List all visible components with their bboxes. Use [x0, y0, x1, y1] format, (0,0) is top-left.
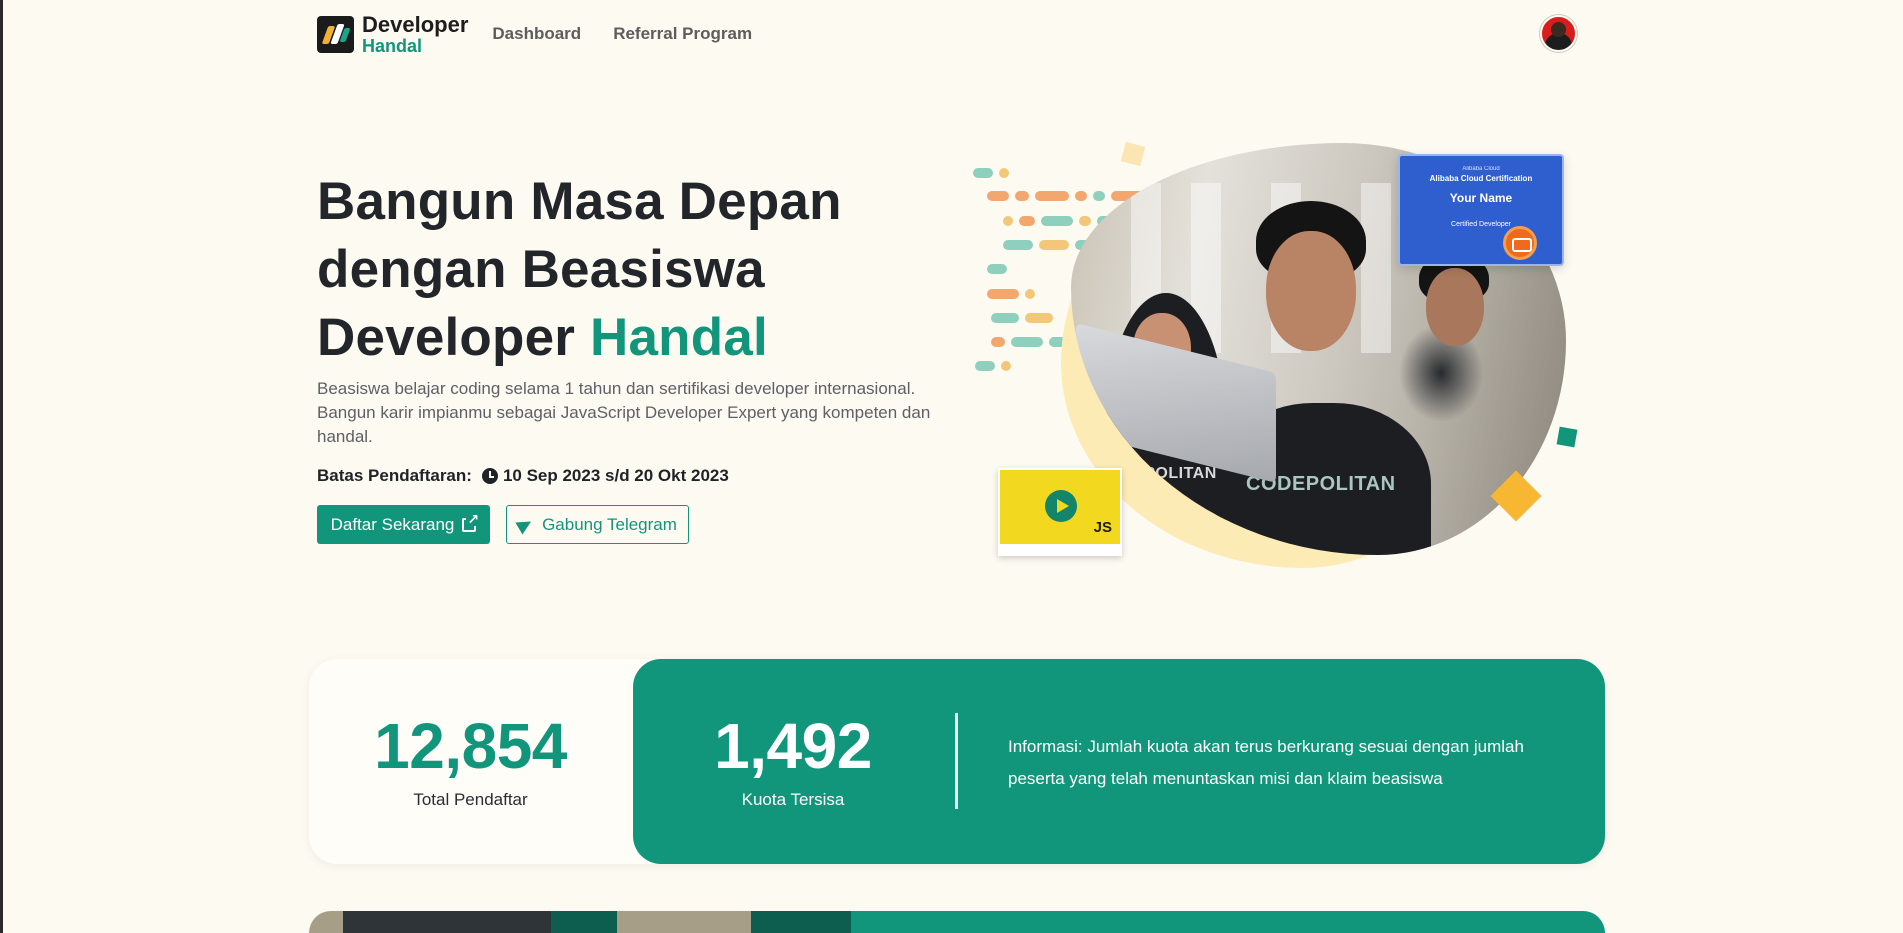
next-section-preview — [309, 911, 1605, 933]
play-icon — [1045, 490, 1077, 522]
hero-title: Bangun Masa Depan dengan Beasiswa Develo… — [317, 168, 937, 372]
quota-info-text: Informasi: Jumlah kuota akan terus berku… — [1008, 737, 1524, 788]
hero-illustration: CODEPOLITAN CODEPOLITAN Alibaba Cloud Al… — [973, 128, 1593, 568]
js-badge: JS — [1093, 519, 1112, 536]
deco-square — [1120, 141, 1146, 167]
nav-dashboard-link[interactable]: Dashboard — [492, 24, 581, 44]
remaining-quota-value: 1,492 — [714, 710, 872, 782]
certificate-card: Alibaba Cloud Alibaba Cloud Certificatio… — [1398, 154, 1564, 266]
nav-links: Dashboard Referral Program — [492, 24, 752, 44]
hero-title-line3: Developer — [317, 308, 591, 367]
join-telegram-label: Gabung Telegram — [542, 514, 677, 534]
remaining-quota-label: Kuota Tersisa — [741, 790, 845, 809]
join-telegram-button[interactable]: Gabung Telegram — [506, 505, 689, 544]
code-decoration — [973, 168, 993, 178]
total-registrants-label: Total Pendaftar — [413, 790, 528, 809]
brand-logo[interactable]: Developer Handal — [317, 11, 469, 56]
user-avatar[interactable] — [1540, 15, 1577, 52]
stat-total-registrants: 12,854 Total Pendaftar — [358, 710, 583, 810]
cert-org: Alibaba Cloud — [1462, 166, 1500, 172]
brand-name-top: Developer — [362, 11, 469, 37]
logo-icon — [317, 15, 354, 53]
brand-name: Developer Handal — [362, 11, 469, 56]
video-thumbnail: JS — [998, 468, 1122, 556]
register-now-button[interactable]: Daftar Sekarang — [317, 505, 490, 544]
hero-title-line1: Bangun Masa Depan — [317, 172, 842, 231]
deadline-label: Batas Pendaftaran: — [317, 466, 472, 485]
deadline-dates: 10 Sep 2023 s/d 20 Okt 2023 — [502, 466, 729, 485]
register-now-label: Daftar Sekarang — [330, 514, 455, 534]
hero-description: Beasiswa belajar coding selama 1 tahun d… — [317, 379, 931, 446]
telegram-icon — [515, 514, 535, 535]
cert-title: Alibaba Cloud Certification — [1429, 174, 1533, 183]
stat-remaining-quota: 1,492 Kuota Tersisa — [693, 710, 893, 810]
total-registrants-value: 12,854 — [374, 710, 567, 782]
medal-icon — [1503, 226, 1537, 260]
clock-icon — [481, 468, 498, 484]
registration-deadline: Batas Pendaftaran: 10 Sep 2023 s/d 20 Ok… — [317, 466, 729, 486]
hero-title-accent: Handal — [590, 308, 768, 367]
brand-name-bottom: Handal — [362, 35, 423, 56]
navbar: Developer Handal Dashboard Referral Prog… — [317, 12, 1577, 56]
external-link-icon — [462, 511, 481, 532]
hero-title-line2: dengan Beasiswa — [317, 240, 765, 299]
cert-name: Your Name — [1449, 191, 1513, 205]
nav-referral-link[interactable]: Referral Program — [613, 24, 752, 44]
cert-role: Certified Developer — [1451, 221, 1511, 228]
stats-divider — [955, 713, 958, 809]
